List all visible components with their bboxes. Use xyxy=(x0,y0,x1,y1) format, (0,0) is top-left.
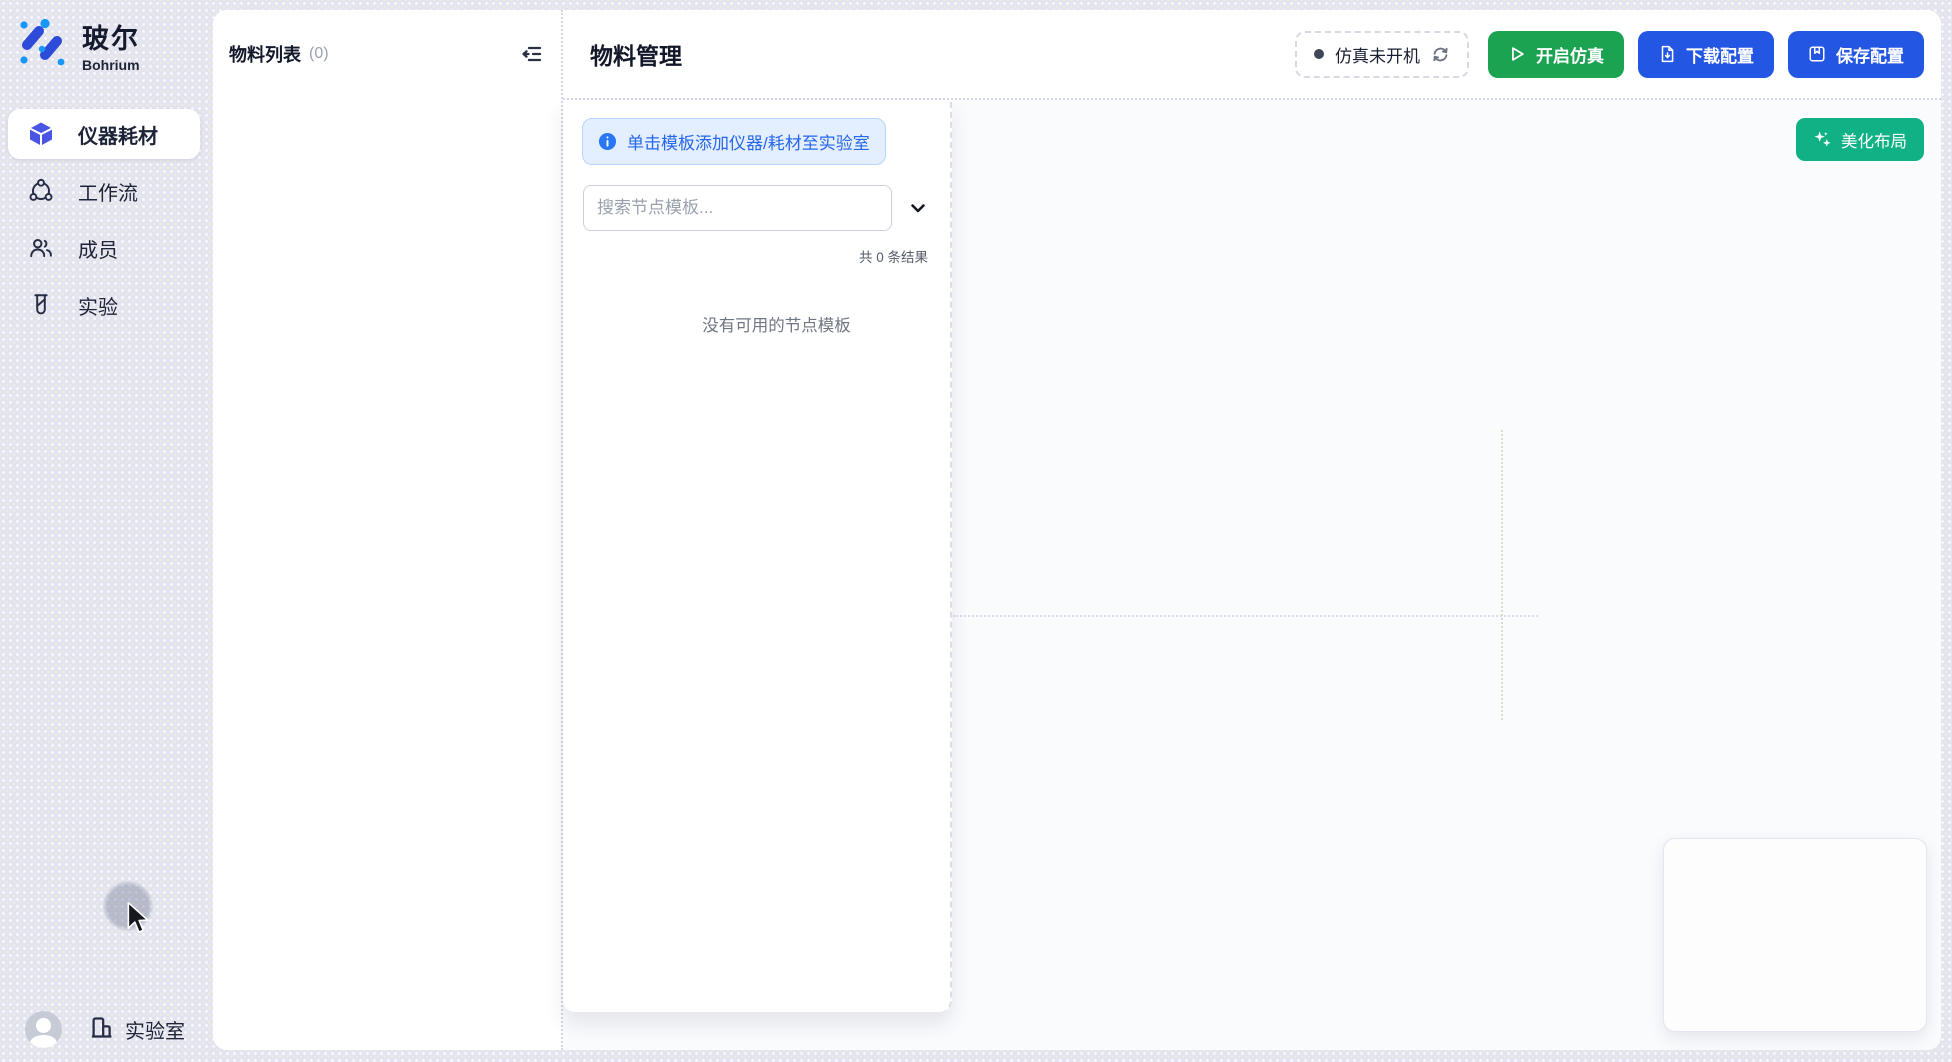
right-column: 物料管理 仿真未开机 xyxy=(563,10,1941,1050)
refresh-icon[interactable] xyxy=(1431,45,1450,64)
download-config-label: 下载配置 xyxy=(1686,42,1754,67)
simulation-status-pill[interactable]: 仿真未开机 xyxy=(1295,31,1469,78)
materials-list-count: (0) xyxy=(309,45,329,63)
save-config-label: 保存配置 xyxy=(1836,42,1904,67)
save-icon xyxy=(1808,45,1826,63)
info-banner-text: 单击模板添加仪器/耗材至实验室 xyxy=(627,129,870,154)
materials-list-panel: 物料列表 (0) xyxy=(213,10,563,1050)
canvas-guide-horizontal xyxy=(953,615,1538,617)
brand-text: 玻尔 Bohrium xyxy=(82,17,140,73)
start-simulation-label: 开启仿真 xyxy=(1536,42,1604,67)
sidebar: 玻尔 Bohrium 仪器耗材 工作流 xyxy=(0,0,213,1062)
minimap[interactable] xyxy=(1663,838,1927,1032)
template-search-input[interactable] xyxy=(583,185,892,231)
sidebar-item-experiments[interactable]: 实验 xyxy=(8,280,200,330)
sidebar-bottom: 实验室 xyxy=(0,1011,213,1048)
expand-filters-button[interactable] xyxy=(901,191,935,225)
save-config-button[interactable]: 保存配置 xyxy=(1788,31,1924,78)
sidebar-item-lab[interactable]: 实验室 xyxy=(88,1014,185,1046)
workflow-icon xyxy=(28,178,54,204)
info-banner: 单击模板添加仪器/耗材至实验室 xyxy=(582,118,886,165)
flow-canvas[interactable]: 单击模板添加仪器/耗材至实验室 共 0 条结果 没有可用的节点模板 xyxy=(563,100,1941,1050)
sidebar-item-workflow[interactable]: 工作流 xyxy=(8,166,200,216)
beautify-layout-label: 美化布局 xyxy=(1841,128,1907,152)
avatar[interactable] xyxy=(25,1011,62,1048)
file-download-icon xyxy=(1658,45,1676,63)
brand: 玻尔 Bohrium xyxy=(0,0,213,73)
sparkles-icon xyxy=(1813,130,1832,149)
page-header: 物料管理 仿真未开机 xyxy=(563,10,1941,100)
search-row xyxy=(583,185,950,231)
simulation-status-label: 仿真未开机 xyxy=(1335,42,1420,67)
sidebar-item-label: 工作流 xyxy=(78,177,138,206)
sidebar-item-instruments[interactable]: 仪器耗材 xyxy=(8,109,200,159)
building-icon xyxy=(88,1014,115,1046)
download-config-button[interactable]: 下载配置 xyxy=(1638,31,1774,78)
beautify-layout-button[interactable]: 美化布局 xyxy=(1796,118,1924,161)
users-icon xyxy=(28,235,54,261)
materials-list-header: 物料列表 (0) xyxy=(229,40,545,68)
sidebar-item-label: 仪器耗材 xyxy=(78,120,158,149)
main-card: 物料列表 (0) 物料管理 仿真未开机 xyxy=(213,10,1941,1050)
page-title: 物料管理 xyxy=(590,37,682,71)
cube-icon xyxy=(28,121,54,147)
brand-logo-icon xyxy=(16,16,68,73)
result-count: 共 0 条结果 xyxy=(563,246,928,266)
materials-list-title: 物料列表 xyxy=(229,41,301,67)
sidebar-nav: 仪器耗材 工作流 成员 xyxy=(0,109,213,330)
start-simulation-button[interactable]: 开启仿真 xyxy=(1488,31,1624,78)
info-icon xyxy=(598,132,617,151)
empty-state-text: 没有可用的节点模板 xyxy=(563,312,950,336)
sidebar-item-label: 成员 xyxy=(78,234,118,263)
brand-name-en: Bohrium xyxy=(82,57,140,73)
canvas-guide-vertical xyxy=(1501,430,1503,720)
sidebar-item-label: 实验 xyxy=(78,291,118,320)
test-tube-icon xyxy=(28,292,54,318)
brand-name-zh: 玻尔 xyxy=(82,17,140,56)
lab-label: 实验室 xyxy=(125,1015,185,1044)
collapse-panel-button[interactable] xyxy=(517,40,545,68)
node-templates-panel: 单击模板添加仪器/耗材至实验室 共 0 条结果 没有可用的节点模板 xyxy=(563,100,952,1012)
play-icon xyxy=(1508,45,1526,63)
status-dot-icon xyxy=(1314,49,1324,59)
sidebar-item-members[interactable]: 成员 xyxy=(8,223,200,273)
